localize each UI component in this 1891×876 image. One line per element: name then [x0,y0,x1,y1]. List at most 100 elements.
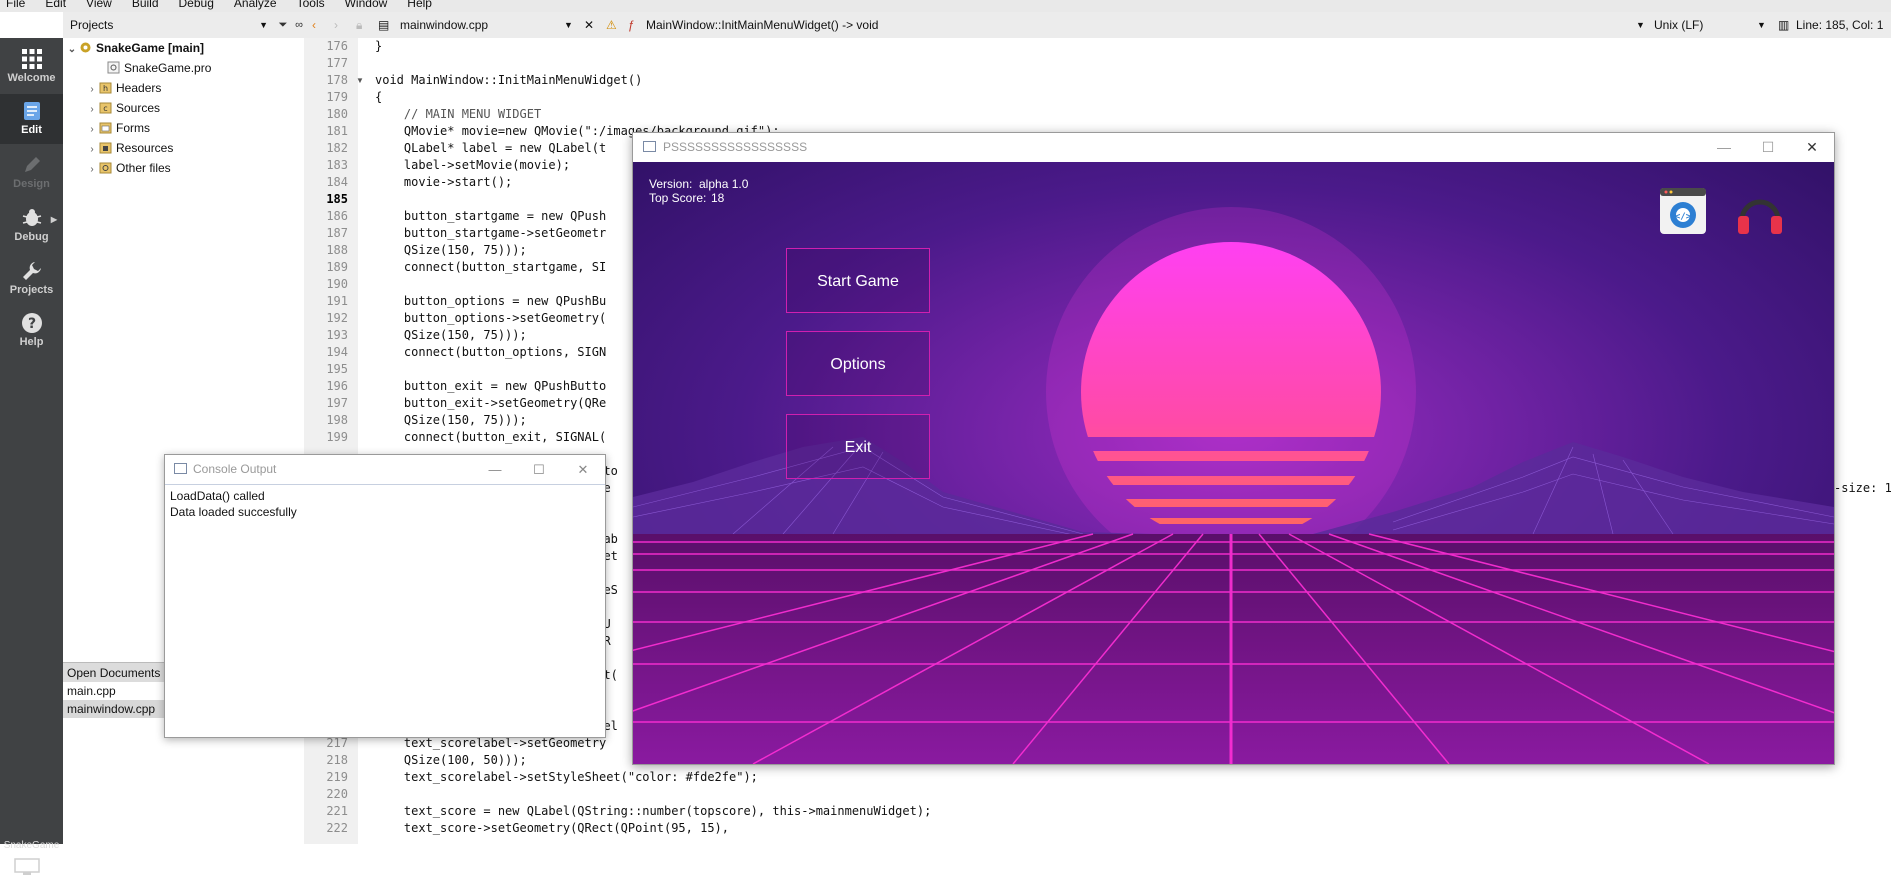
svg-text:c: c [103,104,107,113]
chevron-right-icon[interactable]: › [85,160,99,180]
code-line: QSize(150, 75))); [375,328,527,342]
filter-icon[interactable]: ⏷ [276,18,290,32]
console-title: Console Output [193,462,277,476]
split-icon[interactable]: ▥ [1778,18,1789,32]
menu-view[interactable]: View [86,0,112,9]
code-line: label->setMovie(movie); [375,158,571,172]
chevron-right-icon[interactable]: › [85,140,99,160]
forward-arrow-icon[interactable]: › [334,18,338,32]
fold-marker-icon[interactable]: ▼ [356,76,364,85]
tree-item-forms[interactable]: › Forms [85,118,150,138]
tree-item-headers[interactable]: › h Headers [85,78,161,98]
menu-build[interactable]: Build [132,0,159,9]
tree-item-sources[interactable]: › c Sources [85,98,160,118]
line-number: 197 [326,396,348,410]
top-score-value: 18 [711,191,725,205]
minimize-icon[interactable]: — [1702,133,1746,162]
maximize-icon[interactable]: ☐ [517,455,561,484]
line-number: 195 [326,362,348,376]
kit-selector-label[interactable]: SnakeGame [0,840,63,851]
tree-item-pro-file[interactable]: SnakeGame.pro [107,58,211,78]
maximize-icon[interactable]: ☐ [1746,133,1790,162]
mode-help[interactable]: ? Help [0,306,63,356]
options-button[interactable]: Options [786,331,930,396]
code-line: button_exit->setGeometry(QRe [375,396,607,410]
code-line: connect(button_startgame, SI [375,260,607,274]
headphones-icon[interactable] [1734,186,1786,238]
mode-edit[interactable]: Edit [0,94,63,144]
lock-icon[interactable]: 🔒︎ [356,18,362,32]
mode-label: Design [13,178,50,190]
line-number: 222 [326,821,348,835]
mode-bar: Welcome Edit Design Debug ▶ Projects ? H… [0,38,63,875]
line-number: 178 [326,73,348,87]
mode-debug[interactable]: Debug ▶ [0,201,63,251]
chevron-right-icon[interactable]: › [85,120,99,140]
close-icon[interactable]: ✕ [561,455,605,484]
cursor-position[interactable]: Line: 185, Col: 1 [1796,18,1883,32]
line-number: 221 [326,804,348,818]
menu-analyze[interactable]: Analyze [234,0,277,9]
svg-text:h: h [103,84,108,93]
code-line: QLabel* label = new QLabel(t [375,141,607,155]
mode-welcome[interactable]: Welcome [0,42,63,92]
code-line: { [375,90,383,104]
line-number: 179 [326,90,348,104]
tree-item-label: Forms [116,121,150,135]
close-icon[interactable]: ✕ [1790,133,1834,162]
menu-debug[interactable]: Debug [179,0,214,9]
code-line: movie->start(); [375,175,513,189]
tree-item-resources[interactable]: › Resources [85,138,173,158]
resources-folder-icon [99,142,112,154]
code-line: QSize(150, 75))); [375,413,527,427]
code-line: text_scorelabel->setStyleSheet("color: #… [375,770,758,784]
line-number: 182 [326,141,348,155]
mode-label: Welcome [7,72,56,84]
tree-item-other-files[interactable]: › Other files [85,158,170,180]
menu-file[interactable]: File [6,0,25,9]
mode-projects[interactable]: Projects [0,254,63,304]
symbol-combo[interactable]: MainWindow::InitMainMenuWidget() -> void [646,18,878,32]
chevron-down-icon[interactable]: ▼ [1636,18,1645,32]
menu-window[interactable]: Window [345,0,388,9]
tree-item-project[interactable]: ⌄ SnakeGame [main] [65,38,204,58]
console-window: Console Output — ☐ ✕ LoadData() called D… [164,454,606,738]
code-line: void MainWindow::InitMainMenuWidget() [375,73,643,87]
version-label: Version: [649,177,693,191]
minimize-icon[interactable]: — [473,455,517,484]
menu-tools[interactable]: Tools [297,0,325,9]
exit-button[interactable]: Exit [786,414,930,479]
monitor-icon[interactable] [14,858,40,876]
chevron-down-icon[interactable]: ▼ [1757,18,1766,32]
line-number: 177 [326,56,348,70]
editor-toolbar: ‹ › 🔒︎ ▤ mainwindow.cpp ▼ ✕ ⚠ ƒ MainWind… [304,12,1891,39]
headers-folder-icon: h [99,82,112,94]
line-ending-combo[interactable]: Unix (LF) [1654,18,1703,32]
line-number: 184 [326,175,348,189]
mode-design: Design [0,148,63,198]
chevron-right-icon[interactable]: › [85,100,99,120]
start-game-button[interactable]: Start Game [786,248,930,313]
pen-icon [24,157,40,172]
code-line: connect(button_exit, SIGNAL( [375,430,607,444]
line-number: 219 [326,770,348,784]
line-number: 218 [326,753,348,767]
code-line: button_options = new QPushBu [375,294,607,308]
other-files-folder-icon [99,162,112,174]
line-number: 186 [326,209,348,223]
game-window-titlebar[interactable]: PSSSSSSSSSSSSSSSSS — ☐ ✕ [633,133,1834,162]
close-icon[interactable]: ✕ [584,18,594,32]
chevron-down-icon[interactable]: ⌄ [65,40,79,60]
settings-icon[interactable]: </> [1658,186,1708,236]
menu-edit[interactable]: Edit [45,0,66,9]
line-number: 183 [326,158,348,172]
chevron-right-icon[interactable]: › [85,80,99,100]
projects-view-combo[interactable]: Projects ▼ [66,16,270,34]
current-file-combo[interactable]: mainwindow.cpp [400,18,488,32]
console-titlebar[interactable]: Console Output — ☐ ✕ [165,455,605,485]
back-arrow-icon[interactable]: ‹ [312,18,316,32]
chevron-down-icon[interactable]: ▼ [564,18,573,32]
game-window: PSSSSSSSSSSSSSSSSS — ☐ ✕ Version: alpha … [632,132,1835,765]
line-number: 192 [326,311,348,325]
menu-help[interactable]: Help [407,0,432,9]
